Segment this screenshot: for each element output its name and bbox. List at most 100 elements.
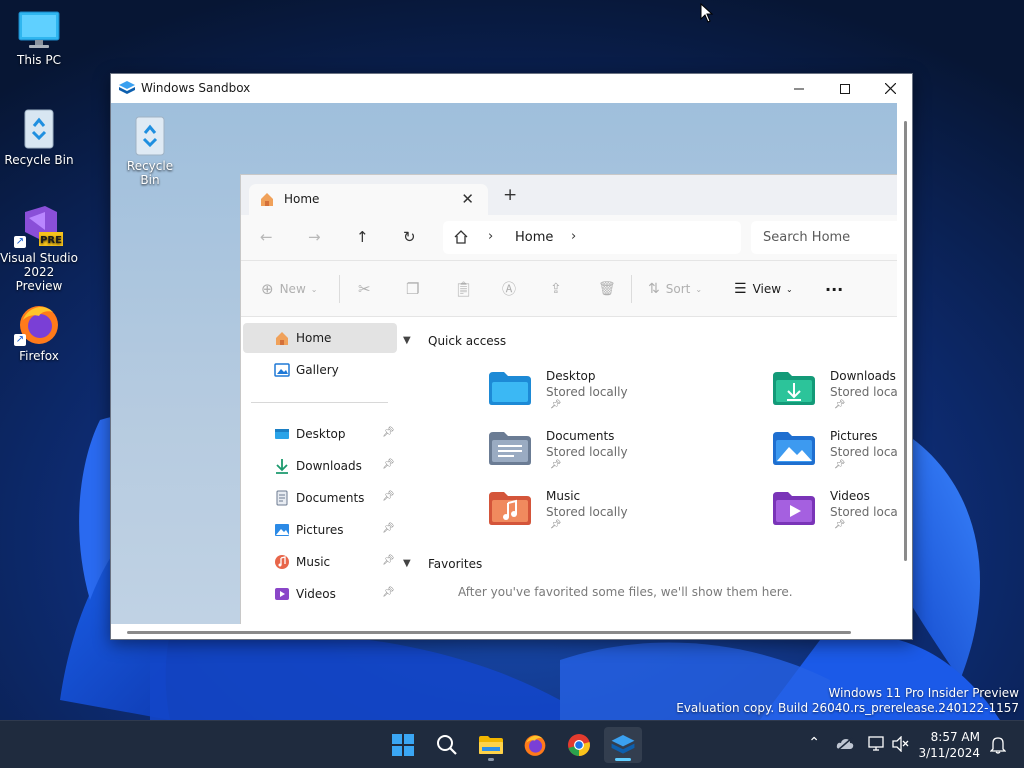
plus-circle-icon: ⊕ [261,280,274,298]
pin-icon: 📌︎ [550,400,562,410]
chevron-down-icon: ⌄ [786,284,793,294]
taskbar-sandbox[interactable] [604,727,642,763]
close-tab-icon[interactable]: ✕ [461,190,474,208]
nav-label: Desktop [296,427,346,441]
volume-muted-icon[interactable] [892,736,910,752]
network-icon[interactable] [868,736,886,752]
sort-button[interactable]: ⇅ Sort ⌄ [648,280,702,298]
onedrive-icon[interactable] [836,737,854,751]
up-button[interactable]: ↑ [356,228,369,246]
quick-access-downloads[interactable]: Downloads Stored locally 📌︎ [772,366,897,418]
quick-access-heading[interactable]: Quick access [428,334,506,348]
nav-item-home[interactable]: Home [243,323,397,353]
nav-item-downloads[interactable]: Downloads 📌︎ [243,451,397,481]
copy-button[interactable]: ❐ [406,280,419,298]
chevron-right-icon[interactable]: › [571,229,576,244]
gallery-icon [274,363,290,377]
pin-icon: 📌︎ [382,523,395,534]
paste-icon: 📋︎ [454,280,474,298]
quick-access-desktop[interactable]: Desktop Stored locally 📌︎ [488,366,738,418]
paste-button[interactable]: 📋︎ [454,280,473,298]
evaluation-watermark: Windows 11 Pro Insider Preview Evaluatio… [676,686,1019,716]
more-options-button[interactable]: ··· [825,280,843,299]
desktop-icon-recycle-bin[interactable]: Recycle Bin [0,106,78,167]
rename-button[interactable]: Ⓐ [502,280,516,298]
clock-time: 8:57 AM [930,730,980,744]
favorites-heading[interactable]: Favorites [428,557,482,571]
maximize-button[interactable] [822,74,868,103]
breadcrumb-current[interactable]: Home [515,230,553,245]
taskbar-chrome[interactable] [560,727,598,763]
pictures-icon [275,524,289,536]
quick-access-pictures[interactable]: Pictures Stored locally 📌︎ [772,426,897,478]
home-icon [276,332,288,345]
refresh-button[interactable]: ↻ [403,228,416,246]
nav-label: Downloads [296,459,362,473]
view-label: View [752,282,782,296]
quick-access-music[interactable]: Music Stored locally 📌︎ [488,486,738,538]
back-button[interactable]: ← [260,228,273,246]
desktop-icon-this-pc[interactable]: This PC [0,10,78,67]
item-name: Documents [546,429,615,443]
firefox-icon [524,735,546,756]
view-button[interactable]: ☰ View ⌄ [734,280,793,298]
search-icon [437,735,457,755]
maximize-icon [840,83,850,94]
minimize-button[interactable] [776,74,822,103]
sandbox-titlebar[interactable]: Windows Sandbox [111,74,912,103]
shortcut-arrow-icon: ↗ [14,334,26,346]
nav-label: Music [296,555,331,569]
music-icon [275,555,289,569]
new-button[interactable]: ⊕ New ⌄ [261,280,317,298]
horizontal-scrollbar[interactable] [111,624,912,639]
pin-icon: 📌︎ [550,460,562,470]
video-icon [275,588,289,600]
desktop-icon-label: This PC [17,53,61,67]
pin-icon: 📌︎ [834,520,846,530]
search-input[interactable]: Search Home [751,221,897,254]
clock[interactable]: 8:57 AM 3/11/2024 [918,729,980,761]
item-status: Stored locally [830,445,897,459]
collapse-quick-access-icon[interactable]: ▼ [403,335,411,346]
taskbar-file-explorer[interactable] [472,727,510,763]
download-folder-icon [773,372,815,405]
nav-item-desktop[interactable]: Desktop 📌︎ [243,419,397,449]
quick-access-videos[interactable]: Videos Stored locally 📌︎ [772,486,897,538]
nav-item-pictures[interactable]: Pictures 📌︎ [243,515,397,545]
sandbox-recycle-bin[interactable]: Recycle Bin [117,113,183,187]
pin-icon: 📌︎ [382,555,395,566]
cut-button[interactable]: ✂ [358,280,371,298]
desktop-icon-firefox[interactable]: ↗ Firefox [0,302,78,363]
notification-bell-icon[interactable] [990,736,1006,754]
nav-item-music[interactable]: Music 📌︎ [243,547,397,577]
chevron-right-icon: › [488,229,494,244]
taskbar-firefox[interactable] [516,727,554,763]
vertical-scrollbar[interactable] [899,103,912,624]
chevron-down-icon: ⌄ [695,284,703,294]
share-button[interactable]: ⇪ [550,280,562,298]
nav-item-gallery[interactable]: Gallery [243,355,397,385]
item-status: Stored locally [546,445,628,459]
desktop-icon-label: Recycle Bin [126,159,174,187]
quick-access-documents[interactable]: Documents Stored locally 📌︎ [488,426,738,478]
sort-label: Sort [665,282,691,296]
show-hidden-icons-chevron-icon[interactable]: ⌃ [808,735,820,751]
home-outline-icon [454,230,468,244]
nav-item-videos[interactable]: Videos 📌︎ [243,579,397,609]
collapse-favorites-icon[interactable]: ▼ [403,558,411,569]
close-button[interactable] [867,74,913,103]
command-bar: ⊕ New ⌄ ✂ ❐ 📋︎ Ⓐ ⇪ 🗑︎ ⇅ Sort ⌄ ☰ View ⌄ … [241,261,897,317]
nav-item-documents[interactable]: Documents 📌︎ [243,483,397,513]
start-button[interactable] [384,727,422,763]
new-tab-button[interactable]: + [503,185,517,205]
delete-button[interactable]: 🗑︎ [598,280,616,298]
desktop-icon-visual-studio[interactable]: PRE ↗ Visual Studio 2022 Preview [0,204,78,293]
forward-button[interactable]: → [308,228,321,246]
desktop-icon-label: Firefox [19,349,59,363]
item-name: Videos [830,489,870,503]
tab-home[interactable]: Home ✕ [249,184,488,215]
taskbar-search-button[interactable] [428,727,466,763]
taskbar: ⌃ 8:57 AM 3/11/2024 [0,720,1024,768]
breadcrumb[interactable]: › Home › [443,221,741,254]
favorites-empty-text: After you've favorited some files, we'll… [458,585,793,599]
